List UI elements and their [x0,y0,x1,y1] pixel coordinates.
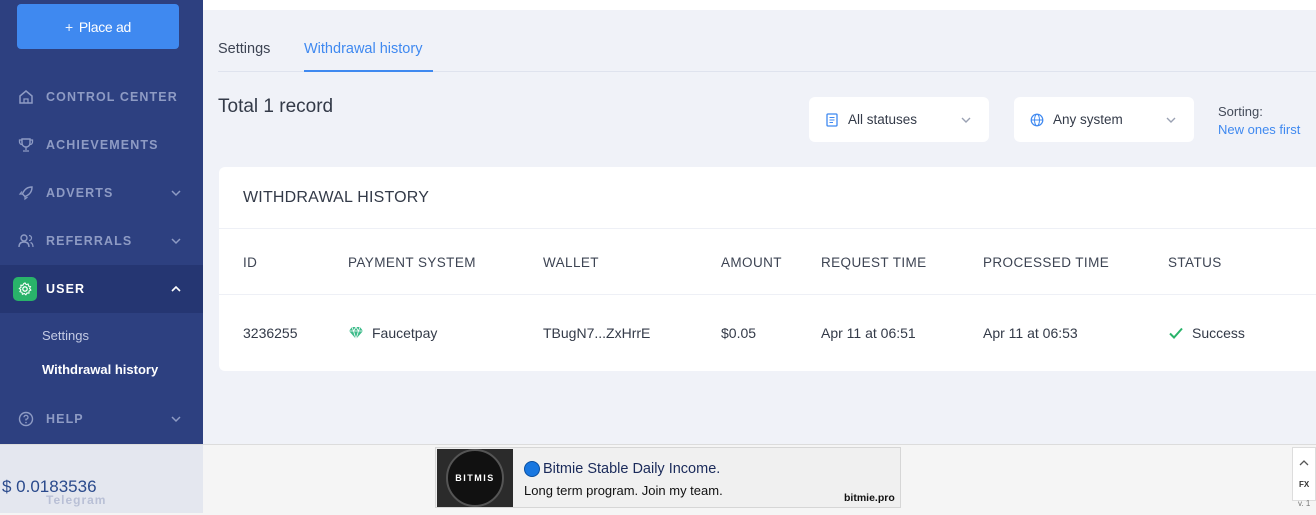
cell-payment-system: Faucetpay [348,325,437,341]
place-ad-label: Place ad [78,18,131,35]
tab-bar: Settings Withdrawal history [218,28,1316,72]
cell-processed-time: Apr 11 at 06:53 [983,325,1078,341]
status-filter-value: All statuses [848,112,918,127]
ad-subtext: Long term program. Join my team. [524,483,723,498]
card-title: WITHDRAWAL HISTORY [243,189,430,206]
column-header-processed-time: PROCESSED TIME [983,255,1110,270]
price-value: $ 0.0183536 [2,477,97,496]
chevron-down-icon [170,187,182,199]
chevron-down-icon [959,113,973,127]
sidebar-subitem-settings[interactable]: Settings [42,328,89,343]
status-badge: Success [1192,325,1245,341]
ad-control[interactable]: FX [1292,447,1316,501]
ad-headline-text: Bitmie Stable Daily Income. [543,461,721,477]
column-header-wallet: WALLET [543,255,599,270]
column-header-amount: AMOUNT [721,255,782,270]
sorting-toggle[interactable]: New ones first [1218,122,1300,137]
sidebar-item-help[interactable]: HELP [0,395,203,443]
sidebar-item-label: ACHIEVEMENTS [46,138,159,152]
sidebar-item-user[interactable]: USER [0,265,203,313]
cell-wallet: TBugN7...ZxHrrE [543,325,651,341]
withdrawal-history-card: WITHDRAWAL HISTORY ID PAYMENT SYSTEM WAL… [219,167,1316,371]
users-icon [17,232,35,250]
sidebar-subitem-withdrawal-history[interactable]: Withdrawal history [42,362,158,377]
diamond-icon [348,325,364,341]
fx-label: FX [1299,480,1310,489]
sidebar: + Place ad CONTROL CENTER ACHIEVEMENTS A… [0,0,203,444]
sidebar-item-label: HELP [46,412,84,426]
trophy-icon [17,136,35,154]
column-header-payment-system: PAYMENT SYSTEM [348,255,476,270]
cell-id: 3236255 [243,325,298,341]
payment-system-name: Faucetpay [372,325,438,341]
sidebar-item-label: REFERRALS [46,234,133,248]
system-filter-value: Any system [1053,112,1123,127]
home-icon [17,88,35,106]
chevron-down-icon [1164,113,1178,127]
rocket-icon [17,184,35,202]
chevron-down-icon [170,235,182,247]
sidebar-item-control-center[interactable]: CONTROL CENTER [0,73,203,121]
column-header-status: STATUS [1168,255,1222,270]
plus-icon: + [65,18,73,35]
document-icon [825,112,839,127]
top-bar [203,0,1316,10]
sidebar-item-referrals[interactable]: REFERRALS [0,217,203,265]
status-filter-select[interactable]: All statuses [809,97,989,142]
column-header-id: ID [243,255,258,270]
checkmark-icon [1168,325,1184,341]
divider [219,294,1316,295]
ad-logo-text: BITMIS [446,449,504,507]
app-root: + Place ad CONTROL CENTER ACHIEVEMENTS A… [0,0,1316,515]
tab-withdrawal-history[interactable]: Withdrawal history [304,41,422,57]
sidebar-item-label: USER [46,282,86,296]
help-circle-icon [17,410,35,428]
total-records: Total 1 record [218,96,334,117]
cell-request-time: Apr 11 at 06:51 [821,325,916,341]
ad-logo: BITMIS [437,449,513,507]
sorting-label: Sorting: [1218,104,1263,119]
sidebar-item-label: ADVERTS [46,186,114,200]
tab-settings[interactable]: Settings [218,41,270,57]
system-filter-select[interactable]: Any system [1014,97,1194,142]
ad-banner[interactable]: BITMIS Bitmie Stable Daily Income. Long … [435,447,901,508]
ad-headline: Bitmie Stable Daily Income. [524,461,720,477]
sidebar-item-adverts[interactable]: ADVERTS [0,169,203,217]
blue-circle-icon [524,461,540,477]
chevron-down-icon [170,413,182,425]
sidebar-item-label: CONTROL CENTER [46,90,178,104]
gear-icon [13,277,37,301]
cell-status: Success [1168,325,1245,341]
chevron-up-icon[interactable] [1299,454,1309,472]
price-ticker: Telegram $ 0.0183536 [0,445,203,513]
place-ad-button[interactable]: + Place ad [17,4,179,49]
divider [219,228,1316,229]
chevron-up-icon [170,283,182,295]
globe-icon [1030,113,1044,127]
version-label: v. 1 [1298,499,1311,508]
ad-domain: bitmie.pro [844,492,895,504]
active-tab-indicator [304,70,433,72]
cell-amount: $0.05 [721,325,757,341]
sidebar-item-achievements[interactable]: ACHIEVEMENTS [0,121,203,169]
column-header-request-time: REQUEST TIME [821,255,927,270]
bottom-ad-bar: Telegram $ 0.0183536 BITMIS Bitmie Stabl… [0,444,1316,515]
